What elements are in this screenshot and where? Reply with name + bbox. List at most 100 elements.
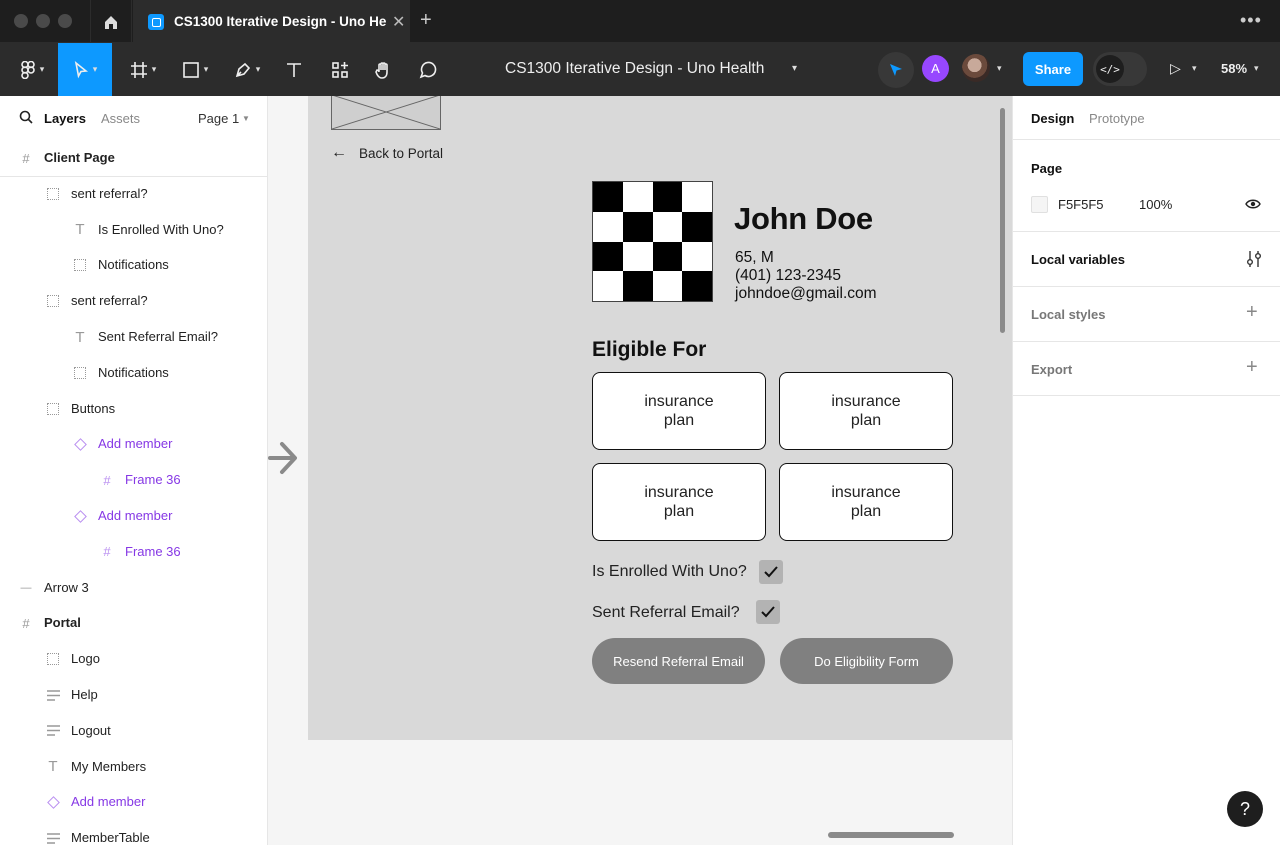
group-icon [46,652,60,666]
local-styles-label: Local styles [1031,307,1106,322]
insurance-plan-card[interactable]: insurance plan [592,463,766,541]
main-menu-button[interactable]: ▾ [8,43,56,96]
insurance-plan-card[interactable]: insurance plan [779,372,953,450]
horizontal-scrollbar[interactable] [828,832,954,838]
export-section[interactable]: Export + [1013,342,1280,396]
canvas[interactable]: ← Back to Portal John Doe 65, M (401) 12… [268,96,1012,845]
tab-design[interactable]: Design [1031,111,1074,126]
layer-row[interactable]: Add member [0,426,267,462]
layer-row[interactable]: T Sent Referral Email? [0,319,267,355]
move-tool[interactable]: ▾ [58,43,112,96]
file-tab[interactable]: CS1300 Iterative Design - Uno Health ✕ [133,0,410,43]
chevron-down-icon: ▾ [39,64,45,74]
frame-tool[interactable]: ▾ [120,43,166,96]
page-color-swatch[interactable] [1031,196,1048,213]
insurance-plan-card[interactable]: insurance plan [592,372,766,450]
home-button[interactable] [90,0,132,43]
text-icon: T [48,758,58,776]
layer-row[interactable]: sent referral? [0,283,267,319]
back-to-portal-link[interactable]: ← Back to Portal [331,144,443,162]
layer-row[interactable]: Notifications [0,247,267,283]
layer-row[interactable]: sent referral? [0,176,267,212]
chevron-down-icon[interactable]: ▾ [997,63,1002,74]
layer-label: MemberTable [71,830,150,845]
close-window-button[interactable] [14,14,28,28]
new-tab-icon[interactable]: + [420,9,432,32]
layer-row[interactable]: # Client Page [0,140,267,176]
chevron-down-icon[interactable]: ▾ [1254,63,1259,74]
page-opacity-value[interactable]: 100% [1139,197,1172,212]
image-placeholder[interactable] [331,96,441,130]
close-tab-icon[interactable]: ✕ [392,12,405,32]
add-style-icon[interactable]: + [1246,301,1258,324]
variables-settings-icon[interactable] [1246,250,1262,268]
arrow-right-icon[interactable] [268,438,298,478]
text-icon: T [75,328,85,346]
client-email: johndoe@gmail.com [735,285,877,302]
arrow-left-icon: ← [331,144,347,161]
avatar[interactable]: A [922,55,949,82]
layer-row[interactable]: T Is Enrolled With Uno? [0,212,267,248]
layer-row[interactable]: Add member [0,498,267,534]
layer-row[interactable]: — Arrow 3 [0,570,267,606]
referral-checkbox[interactable] [756,600,780,624]
multiplayer-cursor-button[interactable] [878,52,914,88]
layer-row[interactable]: # Portal [0,605,267,641]
layer-row[interactable]: Add member [0,784,267,820]
zoom-level[interactable]: 58% [1221,61,1247,76]
layer-row[interactable]: Help [0,677,267,713]
layer-row[interactable]: T My Members [0,749,267,785]
code-icon: </> [1096,55,1124,83]
comment-tool[interactable] [410,43,446,96]
resend-referral-email-button[interactable]: Resend Referral Email [592,638,765,684]
client-name: John Doe [734,201,873,236]
tab-assets[interactable]: Assets [101,111,140,126]
avatar-photo[interactable] [962,54,990,82]
help-button[interactable]: ? [1227,791,1263,827]
tab-prototype[interactable]: Prototype [1089,111,1145,126]
layer-row[interactable]: # Frame 36 [0,462,267,498]
zoom-window-button[interactable] [58,14,72,28]
hand-tool[interactable] [366,43,402,96]
chevron-down-icon[interactable]: ▼ [242,114,250,123]
document-title[interactable]: CS1300 Iterative Design - Uno Health [505,60,764,78]
layer-row[interactable]: Buttons [0,391,267,427]
layer-label: Notifications [98,364,169,380]
do-eligibility-form-button[interactable]: Do Eligibility Form [780,638,953,684]
figma-logo-icon [20,60,35,79]
chevron-down-icon: ▾ [92,64,98,74]
hand-icon [375,61,388,79]
chevron-down-icon[interactable]: ▾ [1192,63,1197,74]
enrolled-checkbox[interactable] [759,560,783,584]
pen-tool[interactable]: ▾ [224,43,270,96]
share-button[interactable]: Share [1023,52,1083,86]
page-selector[interactable]: Page 1 [198,111,239,126]
layer-label: Frame 36 [125,543,181,559]
add-export-icon[interactable]: + [1246,356,1258,379]
layer-row[interactable]: Logout [0,713,267,749]
local-styles-section[interactable]: Local styles + [1013,287,1280,342]
layer-row[interactable]: MemberTable [0,820,267,845]
local-variables-section[interactable]: Local variables [1013,232,1280,287]
layer-label: Logout [71,722,111,738]
text-tool[interactable] [276,43,312,96]
shape-tool[interactable]: ▾ [172,43,218,96]
layer-label: sent referral? [71,293,148,309]
resources-tool[interactable] [322,43,358,96]
layer-row[interactable]: # Frame 36 [0,534,267,570]
insurance-plan-card[interactable]: insurance plan [779,463,953,541]
layer-row[interactable]: Notifications [0,355,267,391]
tab-layers[interactable]: Layers [44,111,86,126]
present-play-icon[interactable]: ▷ [1170,60,1181,77]
layer-row[interactable]: Logo [0,641,267,677]
search-icon[interactable] [19,110,33,124]
chevron-down-icon: ▾ [255,64,261,74]
page-color-value[interactable]: F5F5F5 [1058,197,1104,212]
eye-icon[interactable] [1245,198,1261,210]
chevron-down-icon[interactable]: ▾ [792,63,797,74]
frame-icon: # [22,615,30,631]
minimize-window-button[interactable] [36,14,50,28]
more-options-icon[interactable]: ••• [1240,10,1262,31]
dev-mode-toggle[interactable]: </> [1093,52,1147,86]
vertical-scrollbar[interactable] [1000,108,1005,333]
